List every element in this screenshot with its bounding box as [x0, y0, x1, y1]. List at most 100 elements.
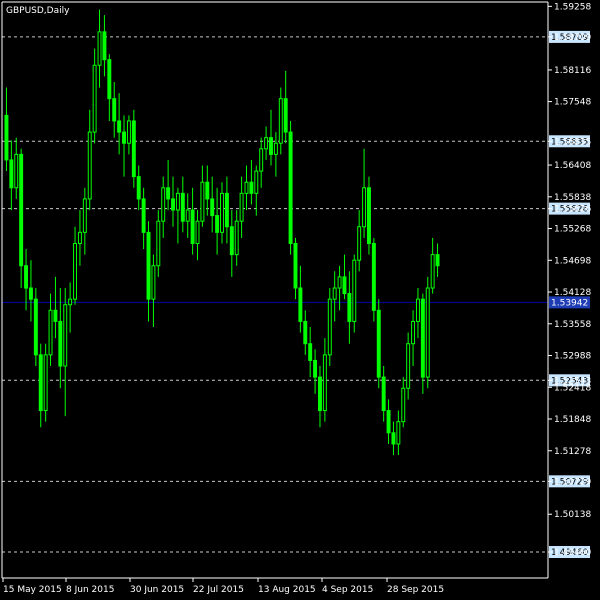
price-tick-label: 1.55626: [554, 205, 591, 215]
candle-body: [33, 298, 38, 356]
candle-body: [38, 354, 43, 412]
price-tick-label: 1.52418: [554, 383, 591, 393]
candle-body: [220, 192, 224, 233]
candle-body: [102, 31, 107, 61]
time-tick-label: 15 May 2015: [3, 585, 62, 595]
candle-body: [425, 287, 430, 378]
candle-body: [376, 309, 381, 378]
candle-body: [82, 198, 87, 233]
price-tick-label: 1.58709: [554, 33, 591, 43]
candle-body: [332, 287, 337, 300]
candle: [371, 237, 376, 322]
candle-body: [234, 220, 239, 256]
candle: [366, 176, 371, 255]
candle-body: [185, 209, 190, 222]
candle: [376, 299, 381, 389]
candle-body: [362, 187, 367, 228]
price-tick-label: 1.58116: [554, 66, 591, 76]
candle-body: [391, 432, 396, 445]
candle-body: [318, 376, 322, 412]
price-tick-label: 1.53558: [554, 320, 591, 330]
candle-body: [205, 181, 210, 200]
candle-body: [190, 209, 195, 244]
candle-body: [171, 198, 175, 211]
candle-body: [415, 298, 420, 322]
candle-body: [420, 298, 425, 378]
price-tick-label: 1.49460: [554, 548, 591, 558]
candle: [425, 276, 430, 389]
candle-body: [371, 242, 376, 311]
candle-body: [24, 265, 29, 289]
price-tick-label: 1.55838: [554, 193, 591, 203]
candle-body: [107, 59, 112, 100]
candle-body: [126, 120, 131, 144]
candle-body: [215, 215, 220, 233]
candle-body: [435, 254, 440, 267]
price-tick-label: 1.56408: [554, 161, 591, 171]
price-chart: 1.587091.568351.556261.525431.507291.494…: [0, 0, 600, 600]
candle-body: [347, 293, 352, 322]
candle-body: [77, 231, 82, 244]
price-tick-label: 1.51278: [554, 447, 591, 457]
candle-body: [122, 131, 126, 144]
time-tick-label: 28 Sep 2015: [387, 585, 444, 595]
price-tick-label: 1.55268: [554, 225, 591, 235]
candle-body: [161, 187, 166, 222]
price-tick-label: 1.54698: [554, 256, 591, 266]
time-tick-label: 8 Jun 2015: [66, 585, 114, 595]
candle-body: [117, 120, 122, 133]
candle-body: [73, 242, 78, 300]
candle-body: [406, 343, 411, 389]
candle-body: [239, 192, 244, 222]
candle-body: [19, 153, 24, 267]
candle-body: [366, 187, 371, 244]
chart-title: GBPUSD,Daily: [6, 6, 70, 16]
candle-body: [156, 220, 161, 267]
price-tick-label: 1.54128: [554, 288, 591, 298]
candle-body: [298, 287, 303, 322]
candle: [43, 343, 48, 422]
candle-body: [131, 120, 136, 178]
candle-body: [195, 220, 200, 244]
candle-body: [63, 304, 68, 367]
candle-body: [141, 198, 146, 233]
chart-root: 1.58709 1.56835 1.55626 1.52543 1.50729 1.494…: [0, 0, 600, 600]
candle-body: [224, 192, 229, 228]
time-tick-label: 4 Sep 2015: [322, 585, 373, 595]
candle-body: [430, 254, 435, 289]
candle-body: [283, 98, 288, 133]
candle-body: [229, 226, 234, 256]
price-tick-label: 1.57548: [554, 98, 591, 108]
candle-body: [166, 187, 171, 200]
candle-body: [9, 159, 14, 189]
candle-body: [112, 98, 117, 122]
candle-body: [210, 198, 215, 217]
candle: [327, 288, 332, 366]
candle-body: [337, 276, 342, 289]
candle-body: [313, 359, 318, 378]
candle-body: [92, 64, 97, 133]
candle-body: [401, 387, 406, 423]
candle-body: [259, 148, 264, 172]
current-price-label: 1.53942: [551, 298, 588, 308]
candle-body: [411, 320, 416, 345]
candle-body: [87, 131, 92, 200]
candle-body: [308, 343, 313, 361]
candle-body: [303, 320, 308, 345]
candle-body: [97, 31, 102, 66]
candle-body: [14, 153, 19, 189]
candle-body: [327, 298, 332, 356]
candle: [131, 109, 136, 188]
candle-body: [146, 231, 151, 300]
candle-body: [151, 265, 156, 300]
candle-body: [53, 309, 58, 322]
candle-body: [381, 376, 386, 412]
candle-body: [264, 137, 269, 150]
candle-body: [357, 226, 362, 261]
candle-body: [68, 298, 73, 306]
candle-body: [278, 98, 283, 144]
candle-body: [48, 309, 53, 356]
candle-body: [254, 170, 259, 194]
candle-body: [273, 142, 278, 155]
candle-body: [269, 137, 273, 155]
